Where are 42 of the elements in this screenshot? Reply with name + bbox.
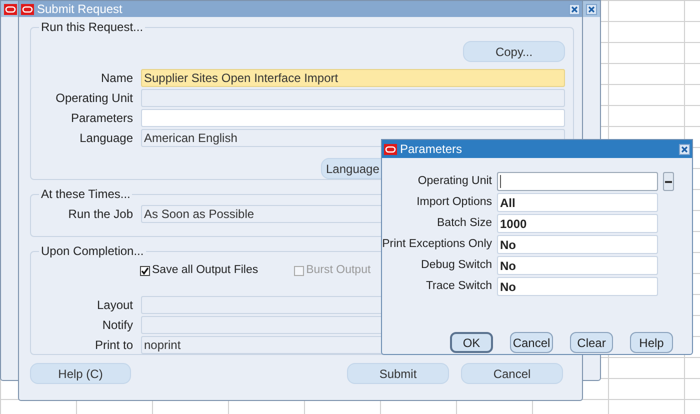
group-title: Upon Completion... [40, 243, 145, 260]
close-icon[interactable] [586, 4, 597, 14]
dialog-button[interactable]: OK [450, 332, 493, 353]
text-field[interactable]: 1000 [497, 214, 658, 233]
field-label: Notify [101, 316, 133, 334]
field-label: Debug Switch [420, 258, 492, 273]
text-field[interactable]: All [497, 193, 658, 212]
field-label: Print Exceptions Only [382, 236, 492, 252]
field-label: Layout [96, 296, 133, 314]
field-label: Language [78, 130, 133, 146]
button[interactable]: Copy... [463, 41, 565, 62]
close-icon[interactable] [569, 4, 580, 14]
field-label: Run the Job [67, 206, 133, 222]
field-label: Parameters [70, 110, 133, 126]
close-icon[interactable] [679, 144, 690, 154]
field-label: Print to [94, 336, 133, 354]
dialog-button[interactable]: Cancel [510, 332, 553, 353]
dialog-button[interactable]: Clear [570, 332, 613, 353]
list-of-values-button[interactable] [663, 172, 674, 191]
button[interactable]: Submit [347, 363, 449, 384]
checkbox[interactable]: Save all Output Files [140, 262, 258, 280]
text-field[interactable] [497, 172, 658, 191]
text-field[interactable]: No [497, 256, 658, 275]
field-label: Operating Unit [54, 90, 133, 106]
oracle-icon [21, 4, 34, 14]
button[interactable]: Cancel [461, 363, 563, 384]
group-title: At these Times... [40, 186, 132, 203]
text-field[interactable] [141, 108, 565, 126]
field-label: Name [100, 70, 133, 86]
text-field[interactable]: No [497, 277, 658, 296]
oracle-icon [384, 144, 397, 154]
checkmark-icon [141, 266, 149, 275]
field-label: Trace Switch [424, 278, 492, 294]
group-title: Run this Request... [40, 19, 144, 36]
text-field[interactable]: Supplier Sites Open Interface Import [141, 68, 565, 86]
oracle-icon [4, 4, 17, 14]
text-field[interactable] [141, 88, 565, 106]
dialog-button[interactable]: Help [630, 332, 673, 353]
window-title: Submit Request [37, 1, 122, 18]
button[interactable]: Help (C) [30, 363, 131, 384]
text-field[interactable]: No [497, 235, 658, 254]
text-cursor [500, 175, 501, 188]
